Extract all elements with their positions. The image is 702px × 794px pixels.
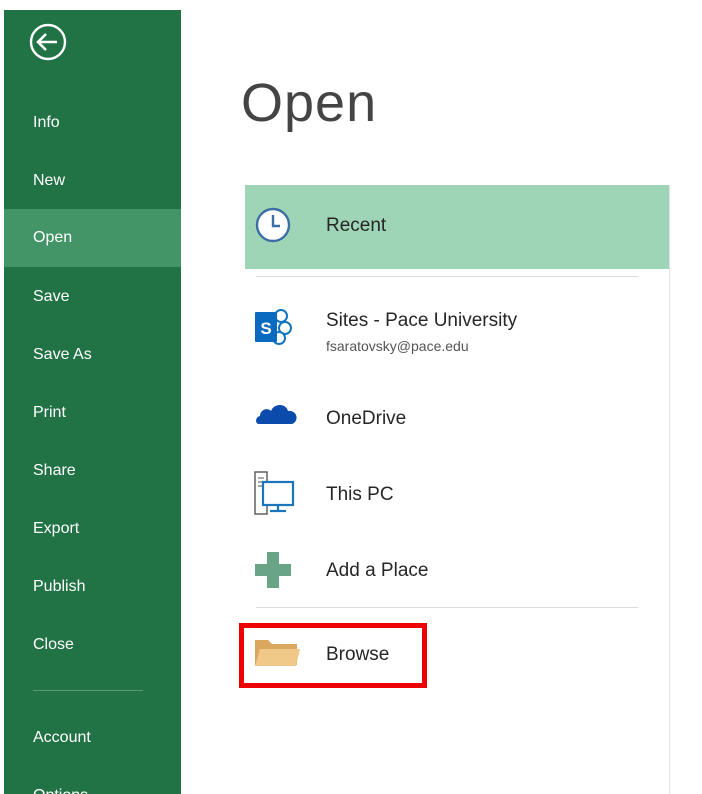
nav-item-options[interactable]: Options — [4, 767, 181, 794]
backstage-sidebar: Info New Open Save Save As Print Share E… — [4, 10, 181, 794]
location-sites[interactable]: S Sites - Pace University fsaratovsky@pa… — [245, 295, 669, 359]
nav-item-publish[interactable]: Publish — [4, 558, 181, 616]
computer-icon — [253, 470, 295, 515]
location-label: Sites - Pace University — [326, 310, 518, 331]
location-label: OneDrive — [326, 408, 407, 429]
page-title: Open — [241, 73, 378, 133]
location-recent[interactable]: Recent — [245, 185, 669, 269]
svg-text:S: S — [260, 319, 271, 338]
location-this-pc[interactable]: This PC — [245, 462, 669, 526]
nav-item-print[interactable]: Print — [4, 384, 181, 442]
location-add-a-place[interactable]: Add a Place — [245, 538, 669, 602]
plus-icon — [253, 550, 293, 590]
sidebar-divider — [33, 690, 143, 691]
annotation-highlight-box — [239, 623, 427, 688]
separator — [256, 607, 638, 608]
nav-item-open[interactable]: Open — [4, 209, 181, 267]
nav-item-save-as[interactable]: Save As — [4, 326, 181, 384]
panel-divider — [669, 185, 670, 794]
location-label: This PC — [326, 484, 394, 505]
sharepoint-icon: S — [253, 307, 293, 347]
nav-item-account[interactable]: Account — [4, 709, 181, 767]
location-account-email: fsaratovsky@pace.edu — [326, 338, 469, 354]
location-label: Recent — [326, 215, 387, 236]
back-arrow-icon[interactable] — [29, 23, 77, 71]
nav-item-save[interactable]: Save — [4, 268, 181, 326]
nav-item-close[interactable]: Close — [4, 616, 181, 674]
onedrive-cloud-icon — [253, 398, 297, 438]
clock-icon — [253, 205, 293, 245]
location-onedrive[interactable]: OneDrive — [245, 386, 669, 450]
nav-item-export[interactable]: Export — [4, 500, 181, 558]
nav-item-new[interactable]: New — [4, 152, 181, 210]
location-label: Add a Place — [326, 560, 429, 581]
separator — [256, 276, 638, 277]
nav-item-share[interactable]: Share — [4, 442, 181, 500]
nav-item-info[interactable]: Info — [4, 94, 181, 152]
